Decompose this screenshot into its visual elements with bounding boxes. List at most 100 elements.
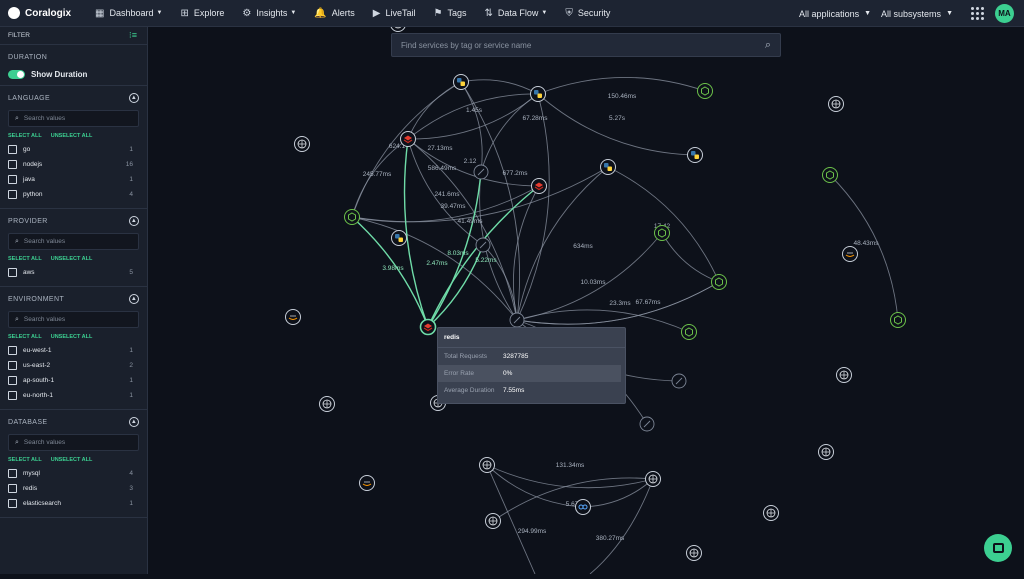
web-service-node[interactable]: [818, 444, 834, 460]
nav-alerts[interactable]: 🔔 Alerts: [305, 0, 363, 26]
checkbox[interactable]: [8, 469, 17, 478]
checkbox[interactable]: [8, 175, 17, 184]
web-service-node[interactable]: [763, 505, 779, 521]
service-edge[interactable]: [460, 79, 539, 95]
show-duration-toggle[interactable]: [8, 70, 25, 79]
environment-search-input[interactable]: ⌕ Search values: [8, 311, 139, 328]
py-service-node[interactable]: [391, 230, 407, 246]
service-edge[interactable]: [516, 166, 609, 321]
language-search-input[interactable]: ⌕ Search values: [8, 110, 139, 127]
database-search-input[interactable]: ⌕ Search values: [8, 434, 139, 451]
redis-service-node[interactable]: [400, 131, 416, 147]
filter-option[interactable]: eu-north-1 1: [8, 388, 139, 403]
web-service-node[interactable]: [485, 513, 501, 529]
nav-insights[interactable]: ⚙ Insights ▼: [233, 0, 305, 26]
aws-service-node[interactable]: [359, 475, 375, 491]
checkbox[interactable]: [8, 484, 17, 493]
unselect-all-link[interactable]: UNSELECT ALL: [51, 457, 93, 463]
unselect-all-link[interactable]: UNSELECT ALL: [51, 133, 93, 139]
nav-security[interactable]: ⛨ Security: [556, 0, 619, 26]
ghost-service-node[interactable]: [509, 312, 525, 328]
select-all-link[interactable]: SELECT ALL: [8, 457, 42, 463]
nav-data-flow[interactable]: ⇅ Data Flow ▼: [475, 0, 556, 26]
filter-option[interactable]: mysql 4: [8, 466, 139, 481]
highlighted-edge[interactable]: [351, 216, 429, 328]
service-map-graph[interactable]: 150.46ms1.45s67.28ms 5.27s624.1 27.13ms586…: [148, 16, 1024, 575]
web-service-node[interactable]: [836, 367, 852, 383]
checkbox[interactable]: [8, 391, 17, 400]
ghost-service-node[interactable]: [475, 237, 491, 253]
nav-livetail[interactable]: ▶ LiveTail: [364, 0, 425, 26]
checkbox[interactable]: [8, 190, 17, 199]
service-edge[interactable]: [407, 93, 539, 140]
service-edge[interactable]: [480, 93, 539, 173]
web-service-node[interactable]: [686, 545, 702, 561]
filter-list-icon[interactable]: ⁝≡: [129, 30, 137, 41]
aws-service-node[interactable]: [285, 309, 301, 325]
service-edge[interactable]: [513, 185, 540, 321]
node-service-node[interactable]: [654, 225, 670, 241]
service-edge[interactable]: [407, 93, 539, 140]
chat-support-button[interactable]: [984, 534, 1012, 562]
nav-dashboard[interactable]: ▦ Dashboard ▼: [86, 0, 171, 26]
checkbox[interactable]: [8, 268, 17, 277]
checkbox[interactable]: [8, 160, 17, 169]
filter-option[interactable]: python 4: [8, 187, 139, 202]
filter-option[interactable]: go 1: [8, 142, 139, 157]
avatar[interactable]: MA: [995, 4, 1014, 23]
select-all-link[interactable]: SELECT ALL: [8, 133, 42, 139]
checkbox[interactable]: [8, 346, 17, 355]
py-service-node[interactable]: [600, 159, 616, 175]
node-service-node[interactable]: [697, 83, 713, 99]
checkbox[interactable]: [8, 499, 17, 508]
map-search-input[interactable]: Find services by tag or service name ⌕: [391, 33, 781, 57]
ghost-service-node[interactable]: [671, 373, 687, 389]
py-service-node[interactable]: [530, 86, 546, 102]
checkbox[interactable]: [8, 376, 17, 385]
filter-option[interactable]: aws 5: [8, 265, 139, 280]
filter-option[interactable]: elasticsearch 1: [8, 496, 139, 511]
service-edge[interactable]: [537, 77, 706, 95]
redis-service-node[interactable]: [419, 318, 437, 336]
service-edge[interactable]: [589, 478, 654, 575]
web-service-node[interactable]: [645, 471, 661, 487]
service-edge[interactable]: [407, 81, 462, 140]
brand-logo[interactable]: Coralogix: [0, 7, 86, 19]
node-service-node[interactable]: [822, 167, 838, 183]
web-service-node[interactable]: [319, 396, 335, 412]
service-edge[interactable]: [407, 138, 518, 321]
filter-option[interactable]: ap-south-1 1: [8, 373, 139, 388]
node-service-node[interactable]: [681, 324, 697, 340]
nav-tags[interactable]: ⚑ Tags: [424, 0, 475, 26]
ghost-service-node[interactable]: [473, 164, 489, 180]
select-all-link[interactable]: SELECT ALL: [8, 334, 42, 340]
subsystems-dropdown[interactable]: All subsystems ▼: [881, 9, 953, 19]
service-edge[interactable]: [829, 174, 899, 321]
web-service-node[interactable]: [294, 136, 310, 152]
chevron-up-icon[interactable]: ▲: [129, 417, 139, 427]
checkbox[interactable]: [8, 361, 17, 370]
filter-option[interactable]: nodejs 16: [8, 157, 139, 172]
applications-dropdown[interactable]: All applications ▼: [799, 9, 871, 19]
service-edge[interactable]: [351, 216, 518, 321]
nav-explore[interactable]: ⊞ Explore: [171, 0, 233, 26]
service-map-canvas[interactable]: 150.46ms 1.45s 67.28ms 5.27s 624.1 27.13ms 586…: [148, 16, 1024, 575]
node-service-node[interactable]: [890, 312, 906, 328]
filter-option[interactable]: eu-west-1 1: [8, 343, 139, 358]
chevron-up-icon[interactable]: ▲: [129, 216, 139, 226]
web-service-node[interactable]: [479, 457, 495, 473]
provider-search-input[interactable]: ⌕ Search values: [8, 233, 139, 250]
py-service-node[interactable]: [453, 74, 469, 90]
node-service-node[interactable]: [711, 274, 727, 290]
redis-service-node[interactable]: [531, 178, 547, 194]
highlighted-edge[interactable]: [403, 138, 429, 328]
chevron-up-icon[interactable]: ▲: [129, 93, 139, 103]
checkbox[interactable]: [8, 145, 17, 154]
unselect-all-link[interactable]: UNSELECT ALL: [51, 334, 93, 340]
web-service-node[interactable]: [828, 96, 844, 112]
link-service-node[interactable]: [575, 499, 591, 515]
select-all-link[interactable]: SELECT ALL: [8, 256, 42, 262]
filter-option[interactable]: us-east-2 2: [8, 358, 139, 373]
chevron-up-icon[interactable]: ▲: [129, 294, 139, 304]
py-service-node[interactable]: [687, 147, 703, 163]
